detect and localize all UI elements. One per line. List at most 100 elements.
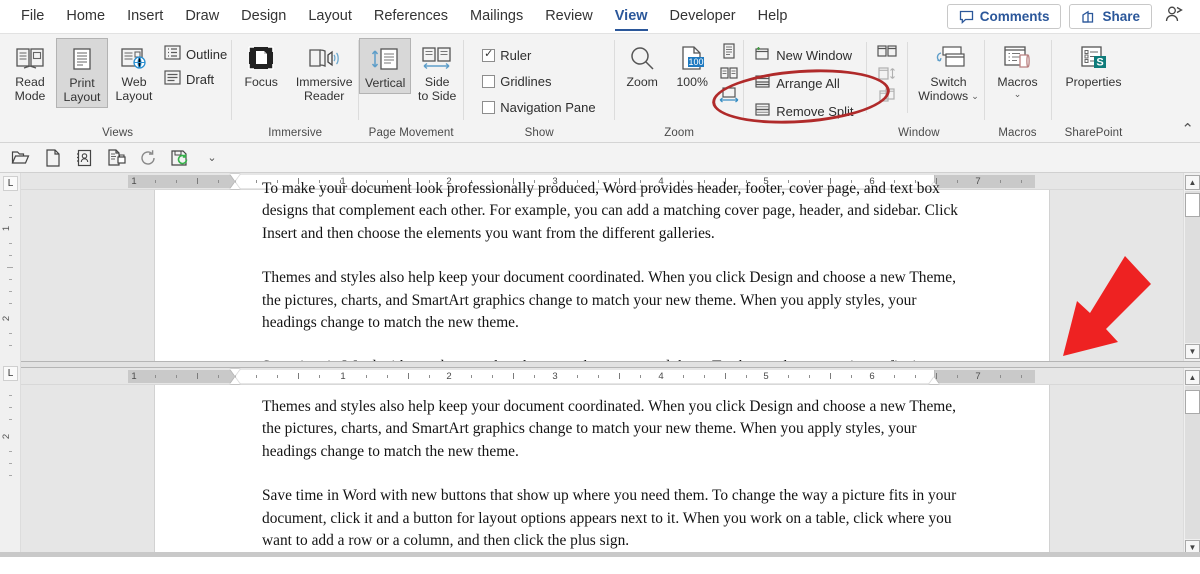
tab-draw[interactable]: Draw	[174, 2, 230, 31]
vertical-scroll-icon	[369, 43, 401, 77]
zoom-button[interactable]: Zoom	[615, 38, 669, 92]
ribbon-group-window: New Window Arrange All Remove Split Swit…	[744, 34, 983, 142]
navigation-pane-checkbox[interactable]	[482, 101, 496, 114]
hruler-bottom-num-6: 6	[869, 370, 875, 382]
side-to-side-button[interactable]: Side to Side	[411, 38, 463, 106]
first-line-indent-marker[interactable]	[230, 174, 240, 181]
arrange-all-button[interactable]: Arrange All	[750, 72, 857, 94]
hanging-indent-marker[interactable]	[230, 182, 240, 189]
save-and-sync-icon[interactable]	[166, 146, 194, 170]
document-page-bottom[interactable]: Themes and styles also help keep your do…	[154, 385, 1050, 557]
tab-stop-selector[interactable]: L	[3, 176, 18, 191]
tab-help[interactable]: Help	[747, 2, 799, 31]
document-text-bottom[interactable]: Themes and styles also help keep your do…	[262, 396, 963, 557]
vertical-ruler[interactable]: L 1 2 L 2	[0, 173, 21, 557]
reset-window-position-icon[interactable]	[876, 86, 898, 104]
open-icon[interactable]	[6, 146, 34, 170]
zoom-100-icon: 100	[678, 42, 706, 76]
new-window-button[interactable]: New Window	[750, 44, 857, 66]
ruler-checkbox-row[interactable]: Ruler	[478, 46, 599, 65]
group-label-page-movement: Page Movement	[368, 127, 454, 139]
tab-layout[interactable]: Layout	[297, 2, 363, 31]
zoom-100-button[interactable]: 100 100%	[669, 38, 715, 92]
share-button[interactable]: Share	[1069, 4, 1152, 29]
comments-button[interactable]: Comments	[946, 4, 1062, 29]
ribbon-group-show: Ruler Gridlines Navigation Pane Show	[464, 34, 614, 142]
multiple-pages-icon[interactable]	[718, 64, 740, 82]
horizontal-ruler-bottom[interactable]: 1 1 2 3 4 5 6 7	[21, 368, 1183, 385]
tab-stop-selector-lower[interactable]: L	[3, 366, 18, 381]
svg-text:100: 100	[689, 57, 704, 67]
view-side-by-side-icon[interactable]	[876, 42, 898, 60]
switch-windows-label-2: Windows	[918, 88, 969, 103]
ruler-checkbox[interactable]	[482, 49, 496, 62]
ruler-label: Ruler	[500, 48, 532, 63]
draft-button[interactable]: Draft	[160, 68, 231, 90]
scroll-up-button-bottom[interactable]: ▲	[1185, 370, 1200, 385]
properties-button[interactable]: S Properties	[1052, 38, 1136, 92]
tab-home[interactable]: Home	[55, 2, 116, 31]
new-document-icon[interactable]	[38, 146, 66, 170]
print-layout-button[interactable]: Print Layout	[56, 38, 108, 108]
tab-design[interactable]: Design	[230, 2, 297, 31]
group-label-macros: Macros	[998, 127, 1037, 139]
word-window: File Home Insert Draw Design Layout Refe…	[0, 0, 1200, 574]
immersive-reader-button[interactable]: Immersive Reader	[290, 38, 358, 106]
document-text-top[interactable]: To make your document look professionall…	[262, 178, 963, 361]
page-area-bottom: Themes and styles also help keep your do…	[21, 385, 1183, 557]
right-indent-marker-bottom[interactable]	[929, 377, 939, 384]
hruler-top-num-left-1: 1	[131, 175, 137, 187]
focus-label-1: Focus	[244, 75, 278, 89]
gridlines-checkbox-row[interactable]: Gridlines	[478, 72, 599, 91]
customize-quick-access-caret-icon[interactable]: ⌄	[198, 146, 226, 170]
bottom-edge-line	[0, 552, 1200, 557]
group-label-views: Views	[102, 127, 134, 139]
immersive-reader-label-1: Immersive	[295, 75, 353, 89]
first-line-indent-marker-bottom[interactable]	[230, 369, 240, 376]
group-separator-window-inner	[865, 42, 867, 113]
hanging-indent-marker-bottom[interactable]	[230, 377, 240, 384]
tab-mailings[interactable]: Mailings	[459, 2, 534, 31]
tab-file[interactable]: File	[10, 2, 55, 31]
switch-windows-label-1: Switch	[930, 75, 967, 89]
vertical-button[interactable]: Vertical	[359, 38, 412, 94]
macros-button[interactable]: Macros ⌄	[985, 38, 1051, 101]
tab-insert[interactable]: Insert	[116, 2, 174, 31]
focus-button[interactable]: Focus	[232, 38, 290, 92]
vertical-scrollbar-top[interactable]: ▲ ▼	[1183, 173, 1200, 361]
hruler-bottom-num-5: 5	[763, 370, 769, 382]
remove-split-button[interactable]: Remove Split	[750, 100, 857, 122]
tab-review[interactable]: Review	[534, 2, 604, 31]
person-add-icon[interactable]	[1160, 3, 1192, 31]
tab-view[interactable]: View	[604, 2, 659, 31]
synchronous-scrolling-icon[interactable]	[876, 64, 898, 82]
sharepoint-properties-icon: S	[1078, 42, 1110, 76]
scroll-thumb-top[interactable]	[1185, 193, 1200, 217]
scroll-down-button-top[interactable]: ▼	[1185, 344, 1200, 359]
hruler-bottom-num-7: 7	[975, 370, 981, 382]
ribbon-group-immersive: Focus Immersive Reader Immersive	[232, 34, 358, 142]
split-panes: 1 1 2 3 4 5 6 7 To make your document lo…	[21, 173, 1200, 557]
vertical-scrollbar-bottom[interactable]: ▲ ▼	[1183, 368, 1200, 557]
gridlines-checkbox[interactable]	[482, 75, 496, 88]
switch-windows-chevron-down-icon[interactable]: ⌄	[971, 92, 979, 101]
split-divider[interactable]	[21, 361, 1200, 368]
repeat-icon[interactable]	[134, 146, 162, 170]
read-mode-button[interactable]: Read Mode	[4, 38, 56, 106]
web-layout-button[interactable]: Web Layout	[108, 38, 160, 106]
navigation-pane-checkbox-row[interactable]: Navigation Pane	[478, 98, 599, 117]
scroll-thumb-bottom[interactable]	[1185, 390, 1200, 414]
outline-button[interactable]: Outline	[160, 43, 231, 65]
chevron-up-icon[interactable]: ⌃	[1181, 120, 1194, 138]
one-page-icon[interactable]	[718, 42, 740, 60]
read-mode-label-1: Read	[15, 75, 45, 89]
page-width-icon[interactable]	[718, 86, 740, 104]
macros-chevron-down-icon[interactable]: ⌄	[1014, 89, 1022, 99]
tab-developer[interactable]: Developer	[659, 2, 747, 31]
address-book-icon[interactable]	[70, 146, 98, 170]
document-page-top[interactable]: To make your document look professionall…	[154, 180, 1050, 361]
tab-references[interactable]: References	[363, 2, 459, 31]
print-preview-icon[interactable]	[102, 146, 130, 170]
scroll-up-button-top[interactable]: ▲	[1185, 175, 1200, 190]
switch-windows-button[interactable]: Switch Windows ⌄	[914, 38, 984, 106]
